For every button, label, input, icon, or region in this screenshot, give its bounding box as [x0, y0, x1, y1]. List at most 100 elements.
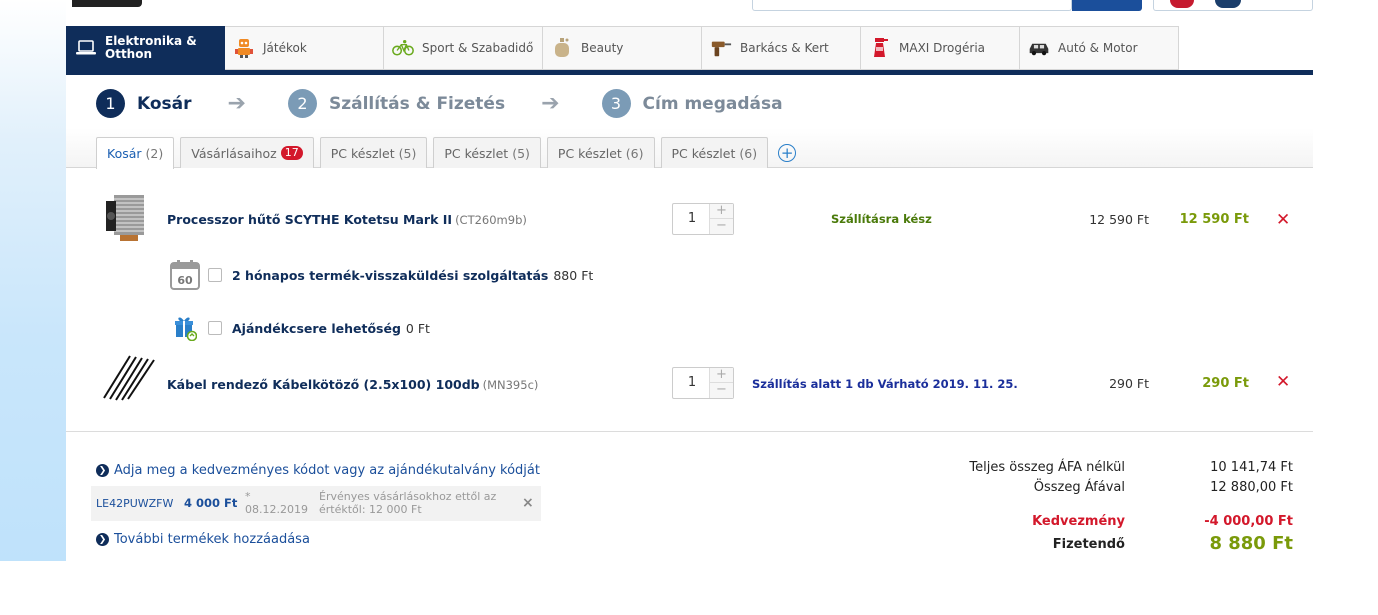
coupon-amount: 4 000 Ft — [184, 496, 238, 510]
quantity-stepper[interactable]: 1 + − — [672, 203, 734, 235]
payable-value: 8 880 Ft — [1209, 533, 1293, 554]
step-label: Kosár — [137, 93, 192, 114]
tab-pc-set[interactable]: PC készlet (5) — [433, 137, 541, 168]
remove-item-icon[interactable]: ✕ — [1276, 210, 1290, 230]
tab-label: Kosár — [107, 146, 142, 161]
page-bottom — [0, 561, 1378, 615]
category-elektronika[interactable]: Elektronika & Otthon — [66, 26, 225, 70]
unit-price: 290 Ft — [1109, 376, 1149, 391]
tab-count: (5) — [512, 145, 530, 161]
quantity-decrease-button[interactable]: − — [710, 383, 733, 398]
coupon-star: * — [245, 490, 251, 503]
tab-pc-set[interactable]: PC készlet (6) — [546, 137, 655, 168]
service-gift: Ajándékcsere lehetőség 0 Ft — [168, 311, 430, 345]
coupon-code: LE42PUWZFW — [96, 497, 174, 510]
search-input[interactable] — [752, 0, 1072, 11]
add-tab-icon[interactable]: + — [778, 144, 797, 162]
quantity-decrease-button[interactable]: − — [710, 219, 733, 234]
tab-label: PC készlet — [557, 145, 622, 161]
quantity-increase-button[interactable]: + — [710, 204, 733, 219]
nav-divider — [66, 70, 1313, 75]
product-code: (CT260m9b) — [455, 213, 527, 227]
cable-ties-image[interactable] — [100, 352, 156, 408]
category-barkacs[interactable]: Barkács & Kert — [702, 26, 861, 70]
quantity-stepper[interactable]: 1 + − — [672, 367, 734, 399]
tab-pc-set[interactable]: PC készlet (5) — [319, 137, 428, 168]
svg-text:60: 60 — [177, 274, 193, 287]
cpu-cooler-image[interactable] — [100, 191, 156, 247]
tab-for-purchases[interactable]: Vásárlásaihoz 17 — [180, 137, 314, 168]
step-number: 3 — [601, 89, 631, 118]
step-shipping[interactable]: 2 Szállítás & Fizetés — [287, 89, 506, 118]
gross-total-label: Összeg Áfával — [1033, 480, 1125, 495]
tab-label: PC készlet — [330, 145, 395, 161]
remove-item-icon[interactable]: ✕ — [1276, 372, 1290, 392]
section-divider — [66, 431, 1313, 432]
product-code: (MN395c) — [482, 378, 539, 392]
category-label: Elektronika & Otthon — [105, 34, 197, 61]
availability-status: Szállítás alatt 1 db Várható 2019. 11. 2… — [752, 377, 1018, 391]
applied-coupon: LE42PUWZFW 4 000 Ft * 08.12.2019 Érvénye… — [91, 486, 541, 521]
step-number: 2 — [287, 89, 317, 118]
cart-item: Processzor hűtő SCYTHE Kotetsu Mark II (C… — [96, 191, 1313, 251]
cart-count-badge[interactable] — [1215, 0, 1241, 8]
search-button[interactable] — [1072, 0, 1142, 11]
spray-bottle-icon — [869, 37, 891, 59]
cart-tabs: Kosár (2) Vásárlásaihoz 17 PC készlet (5… — [96, 137, 797, 169]
product-name[interactable]: Kábel rendező Kábelkötöző (2.5x100) 100d… — [167, 377, 538, 392]
quantity-buttons: + − — [709, 204, 733, 234]
category-jatekok[interactable]: Játékok — [225, 26, 384, 70]
service-checkbox[interactable] — [208, 321, 222, 335]
step-address[interactable]: 3 Cím megadása — [601, 89, 783, 118]
service-checkbox[interactable] — [208, 268, 222, 282]
step-label: Cím megadása — [642, 93, 783, 114]
category-auto[interactable]: Autó & Motor — [1020, 26, 1179, 70]
quantity-value[interactable]: 1 — [673, 204, 711, 234]
site-logo[interactable] — [72, 0, 142, 7]
service-name: Ajándékcsere lehetőség — [232, 320, 401, 336]
category-beauty[interactable]: Beauty — [543, 26, 702, 70]
tab-count: (6) — [625, 145, 644, 161]
add-more-link-text: További termékek hozzáadása — [114, 532, 310, 547]
step-label: Szállítás & Fizetés — [328, 93, 506, 114]
category-label: MAXI Drogéria — [899, 40, 986, 55]
category-label: Autó & Motor — [1058, 40, 1138, 55]
step-number: 1 — [96, 89, 125, 118]
add-more-products-link[interactable]: ❯ További termékek hozzáadása — [96, 532, 310, 547]
net-total-value: 10 141,74 Ft — [1210, 460, 1293, 475]
tab-label: PC készlet — [671, 145, 736, 161]
remove-coupon-icon[interactable]: × — [522, 495, 534, 511]
product-title: Processzor hűtő SCYTHE Kotetsu Mark II — [167, 212, 453, 227]
category-drogeria[interactable]: MAXI Drogéria — [861, 26, 1020, 70]
car-icon — [1028, 37, 1050, 59]
line-total: 290 Ft — [1202, 376, 1249, 391]
tab-cart[interactable]: Kosár (2) — [96, 137, 175, 169]
product-name[interactable]: Processzor hűtő SCYTHE Kotetsu Mark II (C… — [167, 212, 527, 227]
arrow-circle-icon: ❯ — [96, 533, 109, 546]
product-title: Kábel rendező Kábelkötöző (2.5x100) 100d… — [167, 377, 480, 392]
service-return: 60 2 hónapos termék-visszaküldési szolgá… — [168, 258, 593, 292]
tab-count: (6) — [739, 145, 758, 161]
arrow-right-icon: ➔ — [227, 91, 246, 116]
category-sport[interactable]: Sport & Szabadidő — [384, 26, 543, 70]
quantity-value[interactable]: 1 — [673, 368, 711, 398]
step-cart[interactable]: 1 Kosár — [96, 89, 192, 118]
laptop-icon — [75, 37, 97, 59]
net-total-label: Teljes összeg ÁFA nélkül — [969, 460, 1125, 475]
category-label: Beauty — [581, 40, 624, 55]
page-background-gradient — [0, 0, 66, 561]
gross-total-value: 12 880,00 Ft — [1210, 480, 1293, 495]
tab-pc-set[interactable]: PC készlet (6) — [660, 137, 769, 168]
discount-label: Kedvezmény — [1032, 514, 1125, 529]
payable-label: Fizetendő — [1052, 537, 1125, 552]
perfume-icon — [551, 37, 573, 59]
quantity-increase-button[interactable]: + — [710, 368, 733, 383]
coupon-link[interactable]: ❯ Adja meg a kedvezményes kódot vagy az … — [96, 463, 540, 478]
tab-label: Vásárlásaihoz — [191, 145, 277, 161]
tab-count: (2) — [145, 146, 164, 161]
coupon-note: Érvényes vásárlásokhoz ettől az értéktől… — [319, 490, 497, 516]
service-name: 2 hónapos termék-visszaküldési szolgálta… — [232, 267, 549, 283]
discount-value: -4 000,00 Ft — [1204, 514, 1293, 529]
tab-count: (5) — [398, 145, 417, 161]
availability-status: Szállításra kész — [831, 212, 932, 226]
